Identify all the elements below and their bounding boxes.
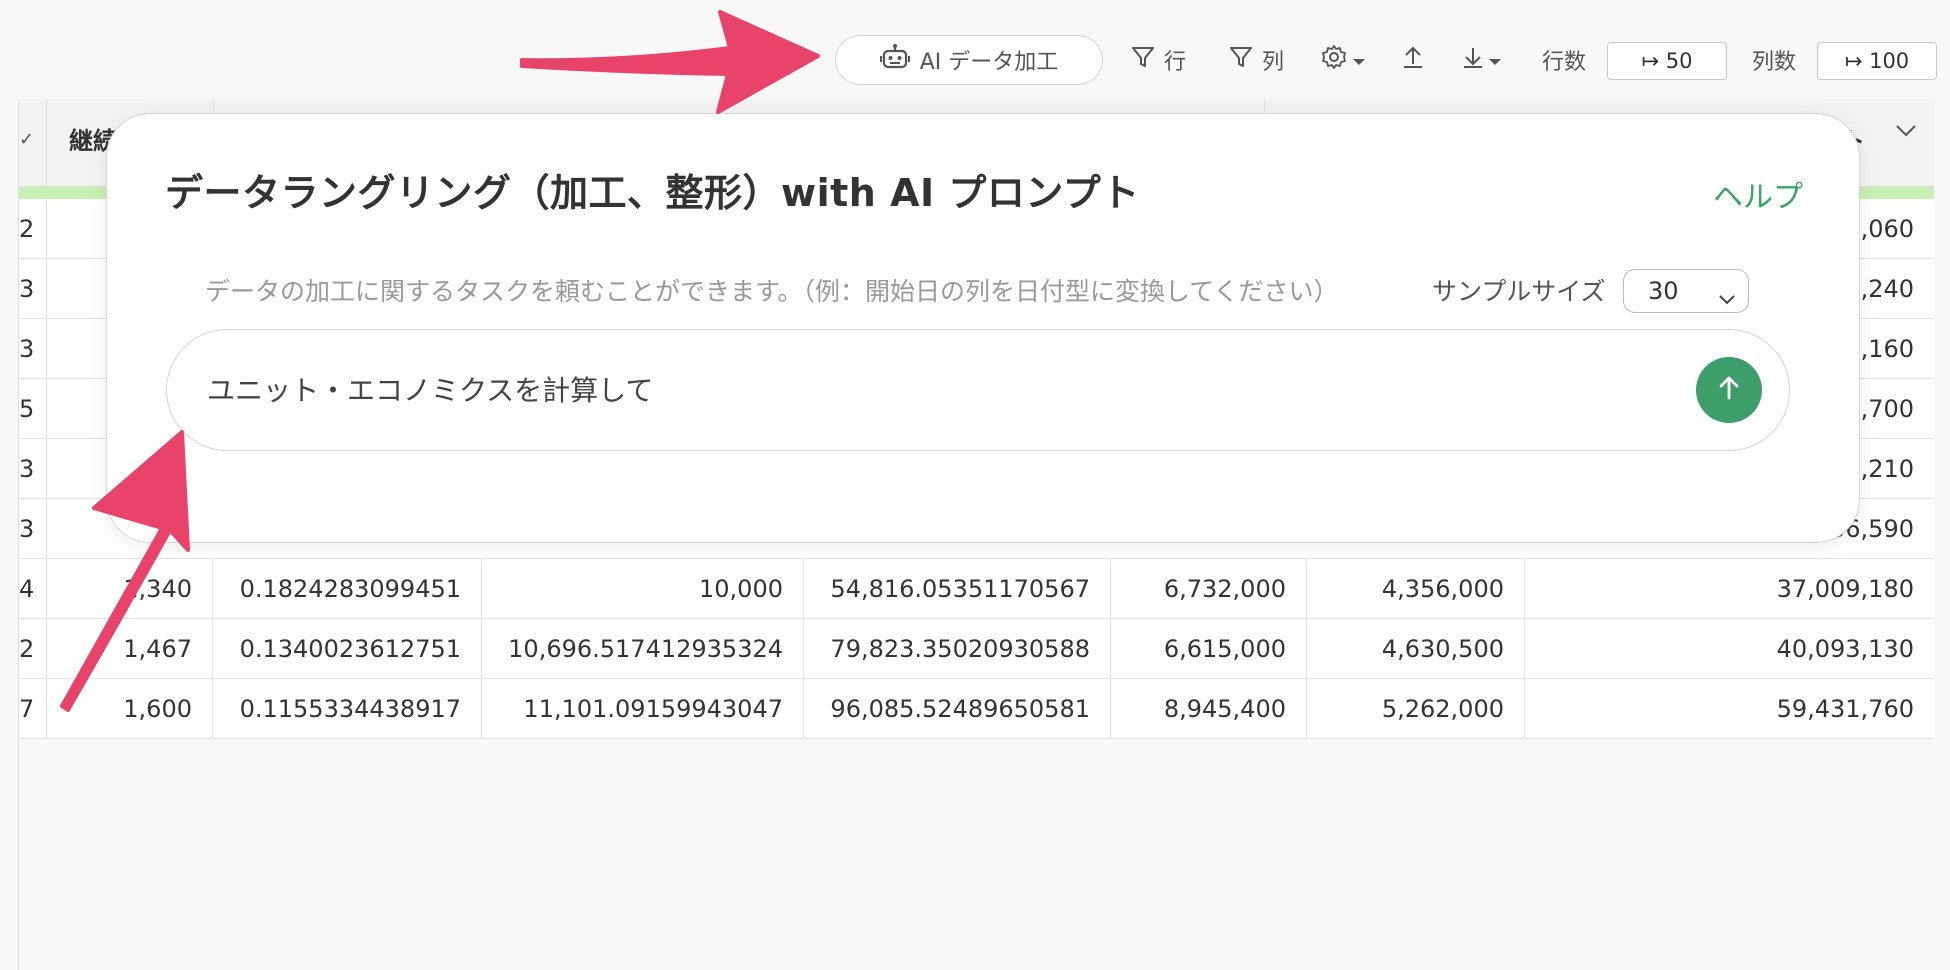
prompt-hint-text: データの加工に関するタスクを頼むことができます。（例：開始日の列を日付型に変換し… bbox=[205, 277, 1339, 306]
prompt-input-container bbox=[166, 329, 1790, 451]
table-cell: 4,356,000 bbox=[1307, 559, 1525, 619]
table-cell: 6,732,000 bbox=[1111, 559, 1307, 619]
table-cell: 0.1340023612751 bbox=[213, 619, 482, 679]
download-icon bbox=[1460, 44, 1486, 76]
col-filter-button[interactable]: 列 bbox=[1228, 40, 1284, 80]
ai-data-processing-button[interactable]: AI データ加工 bbox=[835, 35, 1103, 85]
row-count-input[interactable]: ↦ 50 bbox=[1607, 42, 1727, 80]
upload-button[interactable] bbox=[1400, 40, 1426, 80]
table-row: 4 1,340 0.1824283099451 10,000 54,816.05… bbox=[19, 559, 1934, 619]
table-cell: 5 bbox=[19, 379, 47, 439]
table-cell: 8,945,400 bbox=[1111, 679, 1307, 739]
table-cell: 6,615,000 bbox=[1111, 619, 1307, 679]
chevron-down-icon bbox=[1352, 48, 1366, 73]
table-cell: 11,101.09159943047 bbox=[482, 679, 804, 739]
sample-size-value: 30 bbox=[1648, 277, 1679, 305]
ai-button-label: AI データ加工 bbox=[919, 50, 1059, 75]
toolbar: AI データ加工 行 列 行数 ↦ 50 列数 ↦ 100 bbox=[0, 20, 1950, 100]
row-filter-button[interactable]: 行 bbox=[1130, 40, 1186, 80]
table-cell: 3 bbox=[19, 439, 47, 499]
send-button[interactable] bbox=[1696, 357, 1762, 423]
arrow-up-icon bbox=[1714, 373, 1744, 407]
settings-button[interactable] bbox=[1320, 40, 1366, 80]
table-cell: 1,467 bbox=[47, 619, 213, 679]
table-cell: 0.1155334438917 bbox=[213, 679, 482, 739]
table-row: 2 1,467 0.1340023612751 10,696.517412935… bbox=[19, 619, 1934, 679]
upload-icon bbox=[1400, 44, 1426, 76]
row-filter-label: 行 bbox=[1164, 50, 1187, 75]
download-button[interactable] bbox=[1460, 40, 1502, 80]
table-cell: 3 bbox=[19, 319, 47, 379]
table-cell: 40,093,130 bbox=[1776, 635, 1914, 663]
chevron-down-icon: ✓ bbox=[19, 129, 35, 150]
table-cell: 59,431,760 bbox=[1776, 695, 1914, 723]
table-cell: 4,630,500 bbox=[1307, 619, 1525, 679]
filter-icon bbox=[1130, 44, 1156, 76]
table-cell: 10,696.517412935324 bbox=[482, 619, 804, 679]
table-cell: 0.1824283099451 bbox=[213, 559, 482, 619]
table-cell: 10,000 bbox=[482, 559, 804, 619]
help-link[interactable]: ヘルプ bbox=[1713, 172, 1803, 216]
chevron-down-icon bbox=[1488, 48, 1502, 73]
table-cell: 96,085.52489650581 bbox=[804, 679, 1111, 739]
chevron-down-icon bbox=[1718, 284, 1736, 312]
table-cell: 54,816.05351170567 bbox=[804, 559, 1111, 619]
dialog-title: データラングリング（加工、整形）with AI プロンプト bbox=[165, 171, 1140, 215]
table-cell: 37,009,180 bbox=[1776, 575, 1914, 603]
table-cell: 1,340 bbox=[47, 559, 213, 619]
table-cell: 2 bbox=[19, 199, 47, 259]
robot-icon bbox=[879, 43, 910, 77]
table-cell: 1,600 bbox=[47, 679, 213, 739]
table-cell: 2 bbox=[19, 619, 47, 679]
sample-size-select[interactable]: 30 bbox=[1623, 269, 1749, 313]
sample-size-label: サンプルサイズ bbox=[1432, 277, 1606, 306]
filter-icon bbox=[1228, 44, 1254, 76]
table-cell: 7 bbox=[19, 679, 47, 739]
gear-icon bbox=[1320, 43, 1348, 77]
col-filter-label: 列 bbox=[1262, 50, 1285, 75]
chevron-down-icon[interactable] bbox=[1895, 123, 1917, 142]
ai-prompt-dialog: データラングリング（加工、整形）with AI プロンプト ヘルプ データの加工… bbox=[106, 113, 1860, 543]
col-count-input[interactable]: ↦ 100 bbox=[1817, 42, 1937, 80]
table-cell: 3 bbox=[19, 499, 47, 559]
row-count-label: 行数 bbox=[1542, 50, 1587, 75]
table-cell: 5,262,000 bbox=[1307, 679, 1525, 739]
table-row: 7 1,600 0.1155334438917 11,101.091599430… bbox=[19, 679, 1934, 739]
table-cell: 3 bbox=[19, 259, 47, 319]
col-count-label: 列数 bbox=[1752, 50, 1797, 75]
table-cell: 79,823.35020930588 bbox=[804, 619, 1111, 679]
table-cell: 4 bbox=[19, 559, 47, 619]
prompt-input[interactable] bbox=[207, 362, 1667, 416]
